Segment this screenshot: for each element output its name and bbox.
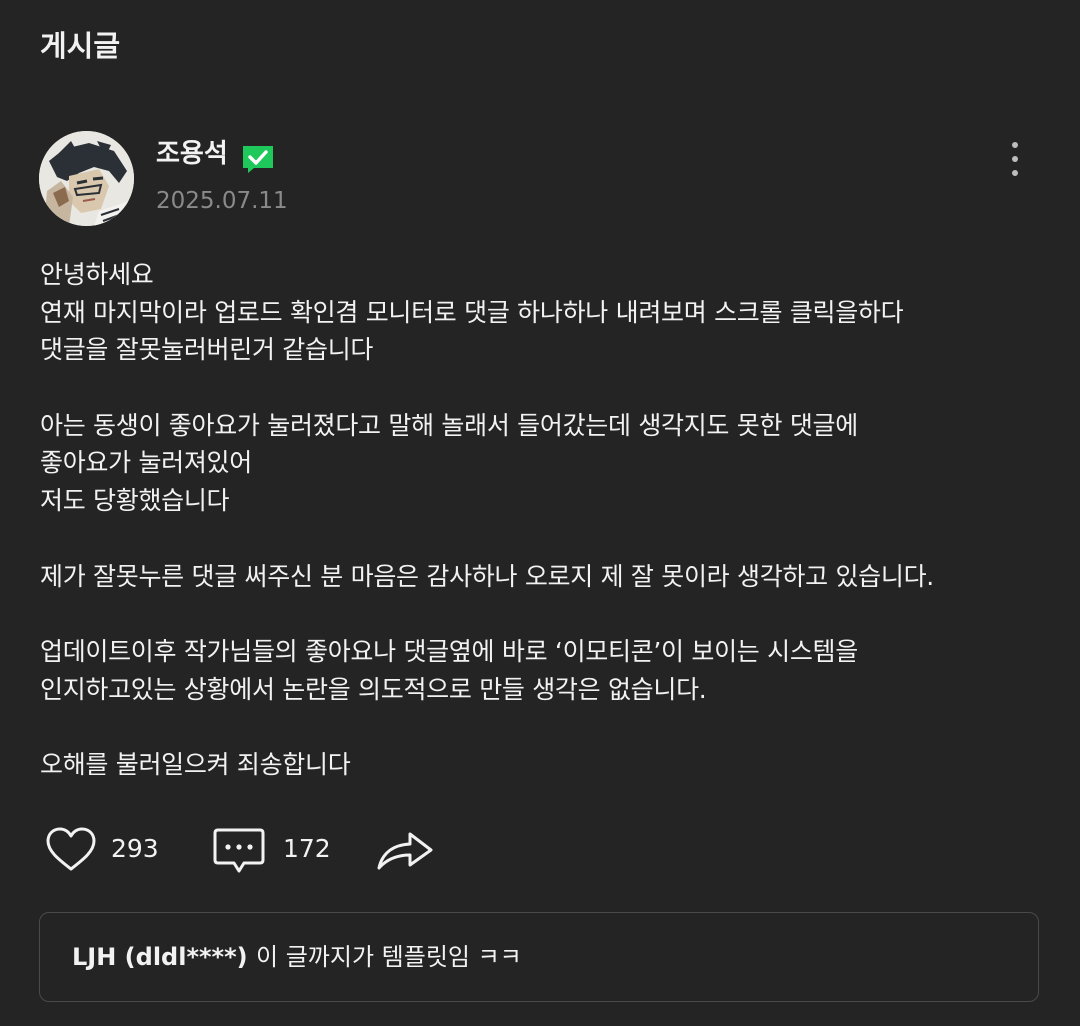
author-avatar[interactable]: [39, 131, 134, 226]
more-options-button[interactable]: [1000, 138, 1030, 180]
post-actions-bar: 293 172: [0, 822, 1080, 876]
post-body-blank-line: [40, 369, 1050, 407]
verified-check-icon: [241, 143, 275, 175]
post-body-blank-line: [40, 708, 1050, 746]
post-body-line: 댓글을 잘못눌러버린거 같습니다: [40, 335, 374, 365]
comment-bubble-icon: [213, 828, 265, 873]
share-button[interactable]: [376, 826, 436, 874]
post-body-line: 좋아요가 눌러져있어: [40, 448, 252, 478]
post-body-line: 저도 당황했습니다: [40, 486, 230, 516]
post-body-line: 업데이트이후 작가님들의 좋아요나 댓글옆에 바로 ‘이모티콘’이 보이는 시스…: [40, 636, 858, 666]
comment-preview[interactable]: LJH (dldl****) 이 글까지가 템플릿임 ㅋㅋ: [39, 912, 1039, 1002]
post-body-line: 연재 마지막이라 업로드 확인겸 모니터로 댓글 하나하나 내려보며 스크롤 클…: [40, 297, 904, 327]
like-button[interactable]: [44, 826, 98, 874]
like-count: 293: [111, 834, 159, 863]
post-date: 2025.07.11: [156, 188, 288, 214]
avatar-illustration: [39, 131, 134, 226]
page-title: 게시글: [40, 29, 121, 63]
post-body: 안녕하세요 연재 마지막이라 업로드 확인겸 모니터로 댓글 하나하나 내려보며…: [40, 256, 1050, 784]
share-arrow-icon: [377, 832, 433, 870]
post-body-blank-line: [40, 520, 1050, 558]
post-body-line: 오해를 불러일으켜 죄송합니다: [40, 749, 351, 779]
more-vertical-icon: [1012, 142, 1018, 176]
post-body-line: 아는 동생이 좋아요가 눌러졌다고 말해 놀래서 들어갔는데 생각지도 못한 댓…: [40, 410, 858, 440]
comment-button[interactable]: [212, 826, 266, 876]
comment-text: 이 글까지가 템플릿임 ㅋㅋ: [256, 943, 522, 971]
author-name[interactable]: 조용석: [156, 136, 228, 172]
post-body-line: 안녕하세요: [40, 260, 154, 289]
heart-icon: [46, 827, 96, 871]
comment-author: LJH (dldl****): [72, 943, 248, 971]
post-body-line: 인지하고있는 상황에서 논란을 의도적으로 만들 생각은 없습니다.: [40, 674, 707, 704]
comment-count: 172: [283, 834, 331, 863]
post-body-blank-line: [40, 595, 1050, 633]
post-body-line: 제가 잘못누른 댓글 써주신 분 마음은 감사하나 오로지 제 잘 못이라 생각…: [40, 561, 934, 591]
